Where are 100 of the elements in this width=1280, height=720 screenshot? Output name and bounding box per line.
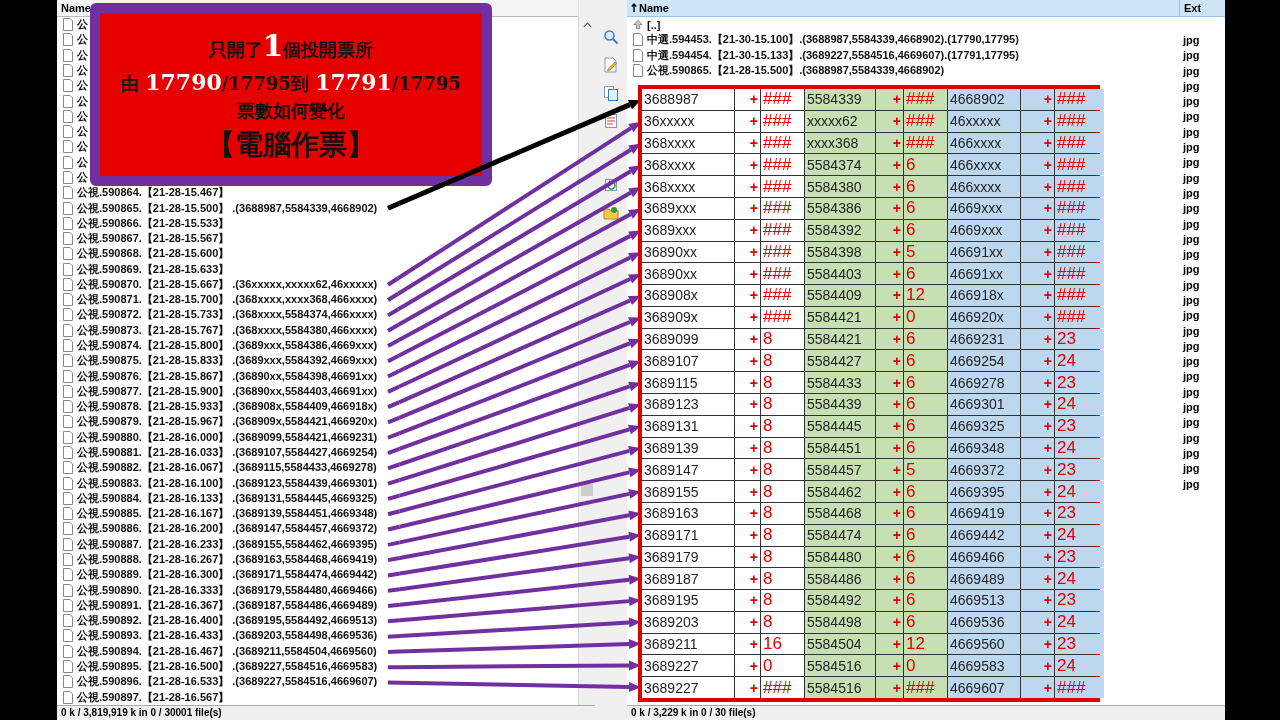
file-name[interactable]: 公視.590865.【21-28-15.500】 .(3688987,5584339,4668902) <box>77 200 378 216</box>
table-cell: 5584468 <box>805 502 875 524</box>
file-name[interactable]: 公視.590874.【21-28-15.800】 .(3689xxx,5584386,4669xxx) <box>77 338 378 354</box>
table-cell: + <box>876 263 903 285</box>
file-name[interactable]: 公 <box>77 154 88 170</box>
file-icon <box>63 262 73 276</box>
document-icon[interactable] <box>603 113 619 129</box>
table-cell: 4668902 <box>948 89 1020 110</box>
file-name[interactable]: 公視.590870.【21-28-15.667】 .(36xxxxx,xxxxx62,46xxxxx) <box>77 276 378 292</box>
table-cell: 5584480 <box>805 546 875 568</box>
file-name[interactable]: 公視.590866.【21-28-15.533】 <box>77 215 230 231</box>
table-cell: ### <box>761 154 804 176</box>
table-cell: + <box>876 350 903 372</box>
file-name[interactable]: 公視.590887.【21-28-16.233】 .(3689155,5584462,4669395) <box>77 536 378 552</box>
file-name[interactable]: 公視.590894.【21-28-16.467】 .(3689211,5584504,4669560) <box>77 643 377 659</box>
file-name[interactable]: 公 <box>77 17 88 33</box>
table-cell: 0 <box>904 306 947 328</box>
file-extension: jpg <box>1183 324 1201 337</box>
file-name[interactable]: 公視.590865.【21-28-15.500】.(3688987,5584339,4668902) <box>647 63 945 79</box>
folder-icon[interactable] <box>603 205 619 221</box>
column-header[interactable]: Name <box>627 0 1179 16</box>
search-icon[interactable] <box>603 29 619 45</box>
file-name[interactable]: 中選.594453.【21-30-15.100】.(3688987,5584339,4668902).(17790,17795) <box>647 32 1019 48</box>
table-cell: + <box>876 285 903 306</box>
file-name[interactable]: 公 <box>77 139 88 155</box>
table-cell: + <box>876 677 903 698</box>
edit-icon[interactable] <box>603 57 619 73</box>
file-name[interactable]: 公視.590877.【21-28-15.900】 .(36890xx,5584403,46691xx) <box>77 383 378 399</box>
file-name[interactable]: 公 <box>77 63 88 78</box>
table-cell: + <box>1021 89 1054 110</box>
file-name[interactable]: 公 <box>77 169 88 185</box>
table-cell: + <box>735 306 760 328</box>
file-name[interactable]: 公視.590884.【21-28-16.133】 .(3689131,5584445,4669325) <box>77 490 378 506</box>
file-name[interactable]: 公視.590892.【21-28-16.400】 .(3689195,5584492,4669513) <box>77 613 378 629</box>
file-name[interactable]: 公視.590869.【21-28-15.633】 <box>77 261 230 277</box>
file-name[interactable]: 公視.590876.【21-28-15.867】 .(36890xx,5584398,46691xx) <box>77 368 378 384</box>
table-cell: 4669372 <box>948 459 1020 481</box>
table-cell: 3689195 <box>642 590 734 611</box>
table-cell: ### <box>1055 110 1104 132</box>
table-cell: + <box>1021 350 1054 372</box>
file-name[interactable]: 公 <box>77 32 88 48</box>
file-name[interactable]: 中選.594454.【21-30-15.133】.(3689227,5584516,4669607).(17791,17795) <box>647 47 1019 63</box>
table-cell: ### <box>761 306 804 328</box>
file-name[interactable]: 公視.590896.【21-28-16.533】 .(3689227,5584516,4669607) <box>77 674 378 690</box>
file-icon <box>63 323 73 337</box>
file-name[interactable]: 公視.590864.【21-28-15.467】 <box>77 185 230 201</box>
file-name[interactable]: 公視.590879.【21-28-15.967】 .(368909x,5584421,466920x) <box>77 414 378 430</box>
file-name[interactable]: 公視.590883.【21-28-16.100】 .(3689123,5584439,4669301) <box>77 475 378 491</box>
file-name[interactable]: 公視.590871.【21-28-15.700】 .(368xxxx,xxxx368,466xxxx) <box>77 292 378 308</box>
column-header[interactable]: Name <box>61 2 91 14</box>
table-cell: + <box>735 241 760 263</box>
file-name[interactable]: 公視.590872.【21-28-15.733】 .(368xxxx,5584374,466xxxx) <box>77 307 378 323</box>
table-cell: 0 <box>904 655 947 677</box>
file-name[interactable]: 公視.590895.【21-28-16.500】 .(3689227,5584516,4669583) <box>77 658 378 674</box>
table-cell: + <box>876 306 903 328</box>
table-cell: + <box>1021 677 1054 698</box>
file-name[interactable]: 公視.590873.【21-28-15.767】 .(368xxxx,5584380,466xxxx) <box>77 322 378 338</box>
file-name[interactable]: 公視.590875.【21-28-15.833】 .(3689xxx,5584392,4669xxx) <box>77 353 378 369</box>
file-name[interactable]: 公視.590878.【21-28-15.933】 .(368908x,5584409,466918x) <box>77 399 378 415</box>
table-cell: 3689123 <box>642 394 734 415</box>
file-name[interactable]: [..] <box>647 18 661 31</box>
file-name[interactable]: 公 <box>77 47 88 63</box>
file-name[interactable]: 公視.590897.【21-28-16.567】 <box>77 689 230 705</box>
copy-icon[interactable] <box>603 85 619 101</box>
table-cell: + <box>735 590 760 611</box>
table-cell: 466xxxx <box>948 154 1020 176</box>
table-cell: 8 <box>761 590 804 611</box>
table-cell: ### <box>761 197 804 219</box>
file-name[interactable]: 公視.590893.【21-28-16.433】 .(3689203,5584498,4669536) <box>77 628 378 644</box>
file-name[interactable]: 公視.590882.【21-28-16.067】 .(3689115,5584433,4669278) <box>77 460 377 476</box>
file-icon <box>63 522 73 536</box>
table-cell: 5584457 <box>805 459 875 481</box>
scroll-up-icon[interactable] <box>582 22 592 28</box>
file-name[interactable]: 公 <box>77 78 88 94</box>
file-extension: jpg <box>1183 202 1201 215</box>
table-cell: 8 <box>761 502 804 524</box>
table-cell: + <box>735 350 760 372</box>
file-name[interactable]: 公 <box>77 93 88 109</box>
file-icon <box>63 675 73 689</box>
file-name[interactable]: 公視.590889.【21-28-16.300】 .(3689171,5584474,4669442) <box>77 567 378 583</box>
file-name[interactable]: 公視.590888.【21-28-16.267】 .(3689163,5584468,4669419) <box>77 552 378 567</box>
file-name[interactable]: 公 <box>77 124 88 140</box>
file-name[interactable]: 公視.590868.【21-28-15.600】 <box>77 246 230 262</box>
file-name[interactable]: 公視.590891.【21-28-16.367】 .(3689187,5584486,4669489) <box>77 597 378 613</box>
file-name[interactable]: 公 <box>77 108 88 124</box>
table-cell: + <box>735 633 760 655</box>
table-cell: + <box>735 176 760 197</box>
file-name[interactable]: 公視.590885.【21-28-16.167】 .(3689139,5584451,4669348) <box>77 506 378 522</box>
table-cell: + <box>876 611 903 633</box>
file-extension: jpg <box>1183 110 1201 123</box>
refresh-icon[interactable] <box>603 177 619 193</box>
scroll-thumb[interactable] <box>581 484 593 496</box>
table-cell: 5584516 <box>805 655 875 677</box>
file-name[interactable]: 公視.590890.【21-28-16.333】 .(3689179,5584480,4669466) <box>77 582 378 598</box>
file-name[interactable]: 公視.590867.【21-28-15.567】 <box>77 231 230 247</box>
file-name[interactable]: 公視.590881.【21-28-16.033】 .(3689107,5584427,4669254) <box>77 445 378 460</box>
file-name[interactable]: 公視.590880.【21-28-16.000】 .(3689099,5584421,4669231) <box>77 429 378 445</box>
table-cell: + <box>876 197 903 219</box>
file-name[interactable]: 公視.590886.【21-28-16.200】 .(3689147,5584457,4669372) <box>77 521 378 537</box>
table-cell: + <box>1021 110 1054 132</box>
